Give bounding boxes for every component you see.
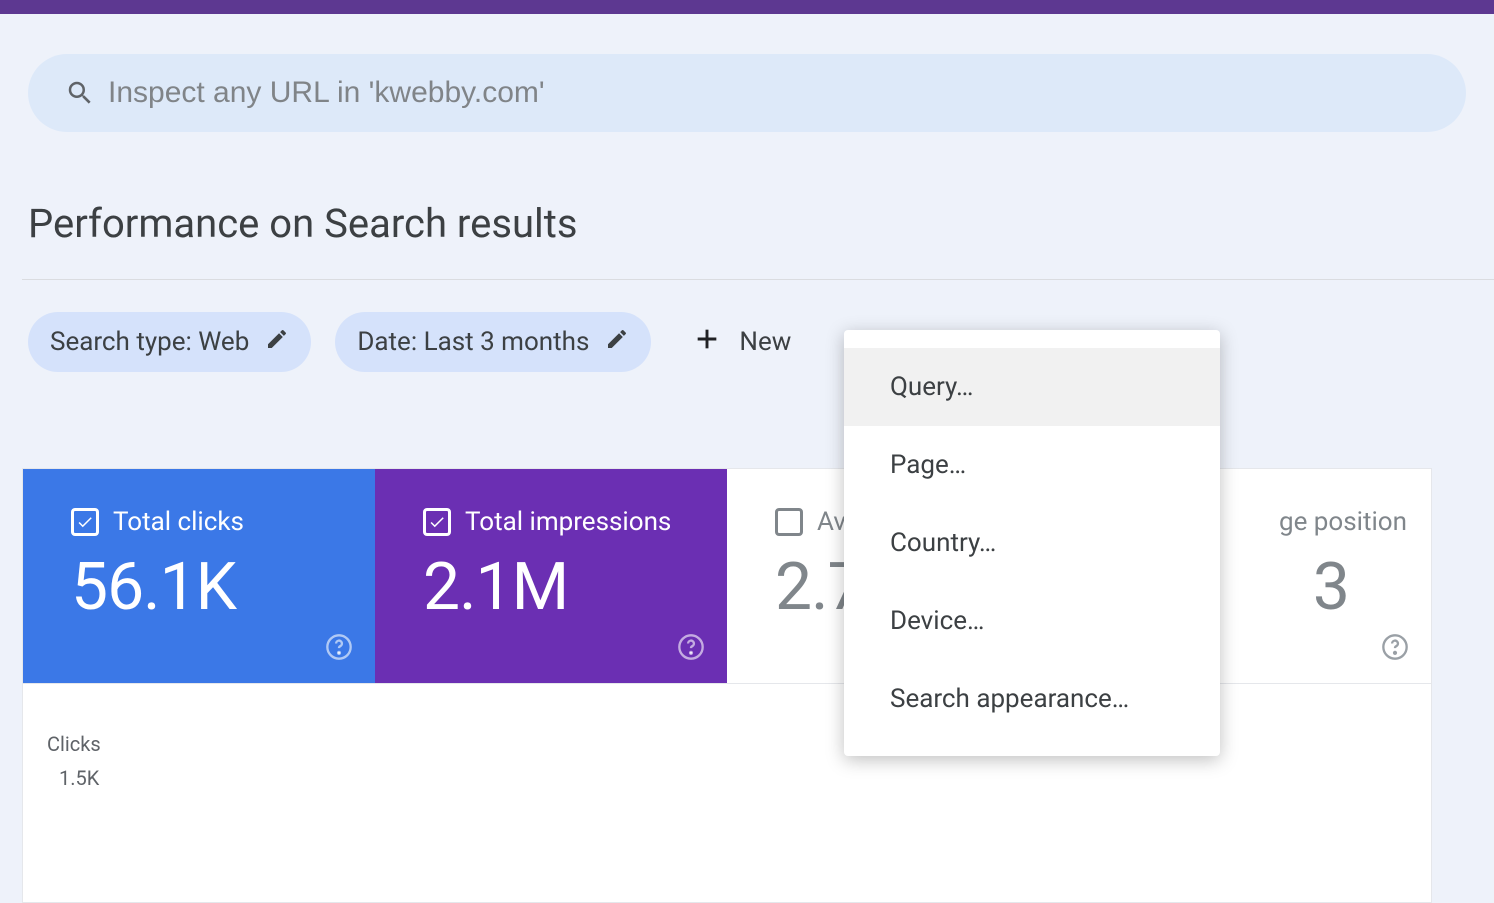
metric-clicks-label: Total clicks <box>113 507 244 537</box>
chart-y-tick: 1.5K <box>59 766 1431 790</box>
metric-position-label: ge position <box>1279 507 1407 537</box>
dropdown-item-page[interactable]: Page… <box>844 426 1220 504</box>
help-icon[interactable] <box>325 633 353 665</box>
date-range-label: Date: Last 3 months <box>357 327 589 357</box>
search-type-label: Search type: Web <box>50 327 249 357</box>
plus-icon <box>693 325 721 360</box>
help-icon[interactable] <box>677 633 705 665</box>
add-filter-label: New <box>739 327 791 357</box>
checkbox-unchecked-icon[interactable] <box>775 508 803 536</box>
metric-impressions-value: 2.1M <box>423 549 703 626</box>
search-icon <box>52 78 108 108</box>
dropdown-item-search-appearance[interactable]: Search appearance… <box>844 660 1220 738</box>
add-filter-button[interactable]: New <box>675 325 791 360</box>
help-icon[interactable] <box>1381 633 1409 665</box>
url-inspect-input[interactable] <box>108 76 1442 110</box>
metric-card-impressions[interactable]: Total impressions 2.1M <box>375 469 727 683</box>
header-bar <box>0 0 1494 14</box>
metric-impressions-label: Total impressions <box>465 507 671 537</box>
date-range-chip[interactable]: Date: Last 3 months <box>335 312 651 372</box>
metric-clicks-value: 56.1K <box>71 549 351 626</box>
url-inspect-search[interactable] <box>28 54 1466 132</box>
pencil-icon <box>265 327 289 358</box>
page-title: Performance on Search results <box>28 200 1494 247</box>
metrics-row: Total clicks 56.1K Total impressions 2.1… <box>22 468 1432 683</box>
dropdown-item-country[interactable]: Country… <box>844 504 1220 582</box>
chart-area: Clicks 1.5K <box>22 683 1432 903</box>
chart-y-axis-label: Clicks <box>47 732 1431 756</box>
filter-row: Search type: Web Date: Last 3 months New <box>28 312 1494 372</box>
checkbox-checked-icon[interactable] <box>423 508 451 536</box>
search-type-chip[interactable]: Search type: Web <box>28 312 311 372</box>
metric-card-clicks[interactable]: Total clicks 56.1K <box>23 469 375 683</box>
divider <box>22 279 1494 280</box>
add-filter-dropdown: Query… Page… Country… Device… Search app… <box>844 330 1220 756</box>
dropdown-item-device[interactable]: Device… <box>844 582 1220 660</box>
dropdown-item-query[interactable]: Query… <box>844 348 1220 426</box>
pencil-icon <box>605 327 629 358</box>
checkbox-checked-icon[interactable] <box>71 508 99 536</box>
